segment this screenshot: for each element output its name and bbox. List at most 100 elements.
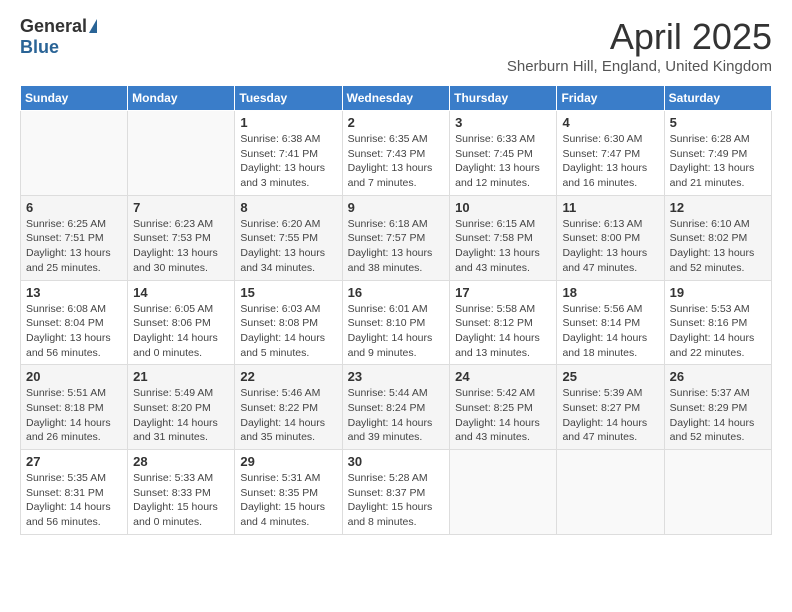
calendar-cell: 2 Sunrise: 6:35 AM Sunset: 7:43 PM Daylig… [342,111,450,196]
calendar-cell: 18 Sunrise: 5:56 AM Sunset: 8:14 PM Dayli… [557,280,664,365]
day-info: Sunrise: 5:42 AM Sunset: 8:25 PM Dayligh… [455,386,551,445]
day-number: 19 [670,285,766,300]
day-info: Sunrise: 5:28 AM Sunset: 8:37 PM Dayligh… [348,471,445,530]
day-number: 15 [240,285,336,300]
day-info: Sunrise: 5:51 AM Sunset: 8:18 PM Dayligh… [26,386,122,445]
day-number: 8 [240,200,336,215]
day-number: 23 [348,369,445,384]
day-number: 10 [455,200,551,215]
day-number: 5 [670,115,766,130]
calendar-week-row: 1 Sunrise: 6:38 AM Sunset: 7:41 PM Daylig… [21,111,772,196]
calendar-cell [450,450,557,535]
day-info: Sunrise: 6:15 AM Sunset: 7:58 PM Dayligh… [455,217,551,276]
header-sunday: Sunday [21,86,128,111]
day-info: Sunrise: 6:05 AM Sunset: 8:06 PM Dayligh… [133,302,229,361]
day-info: Sunrise: 5:56 AM Sunset: 8:14 PM Dayligh… [562,302,658,361]
day-number: 16 [348,285,445,300]
day-number: 2 [348,115,445,130]
calendar-cell: 4Sunrise: 6:30 AM Sunset: 7:47 PM Daylig… [557,111,664,196]
day-info: Sunrise: 6:01 AM Sunset: 8:10 PM Dayligh… [348,302,445,361]
calendar-cell: 27 Sunrise: 5:35 AM Sunset: 8:31 PM Dayli… [21,450,128,535]
calendar-cell: 21 Sunrise: 5:49 AM Sunset: 8:20 PM Dayli… [128,365,235,450]
logo-triangle-icon [89,19,97,33]
day-number: 22 [240,369,336,384]
calendar-table: Sunday Monday Tuesday Wednesday Thursday… [20,85,772,535]
header-right: April 2025 Sherburn Hill, England, Unite… [507,16,772,75]
day-info: Sunrise: 5:53 AM Sunset: 8:16 PM Dayligh… [670,302,766,361]
day-info: Sunrise: 5:46 AM Sunset: 8:22 PM Dayligh… [240,386,336,445]
day-number: 7 [133,200,229,215]
day-number: 20 [26,369,122,384]
calendar-cell: 30 Sunrise: 5:28 AM Sunset: 8:37 PM Dayli… [342,450,450,535]
logo-blue-text: Blue [20,37,59,58]
day-info: Sunrise: 6:28 AM Sunset: 7:49 PM Dayligh… [670,132,766,191]
day-number: 21 [133,369,229,384]
calendar-cell: 7 Sunrise: 6:23 AM Sunset: 7:53 PM Daylig… [128,195,235,280]
day-number: 14 [133,285,229,300]
page: General Blue April 2025 Sherburn Hill, E… [0,0,792,612]
day-info: Sunrise: 5:33 AM Sunset: 8:33 PM Dayligh… [133,471,229,530]
day-number: 27 [26,454,122,469]
header: General Blue April 2025 Sherburn Hill, E… [20,16,772,75]
day-number: 12 [670,200,766,215]
day-info: Sunrise: 5:39 AM Sunset: 8:27 PM Dayligh… [562,386,658,445]
day-number: 9 [348,200,445,215]
header-thursday: Thursday [450,86,557,111]
logo: General Blue [20,16,97,58]
calendar-week-row: 6Sunrise: 6:25 AM Sunset: 7:51 PM Daylig… [21,195,772,280]
day-number: 11 [562,200,658,215]
day-info: Sunrise: 6:23 AM Sunset: 7:53 PM Dayligh… [133,217,229,276]
day-number: 24 [455,369,551,384]
day-info: Sunrise: 6:20 AM Sunset: 7:55 PM Dayligh… [240,217,336,276]
header-tuesday: Tuesday [235,86,342,111]
day-number: 30 [348,454,445,469]
day-info: Sunrise: 5:44 AM Sunset: 8:24 PM Dayligh… [348,386,445,445]
day-info: Sunrise: 6:38 AM Sunset: 7:41 PM Dayligh… [240,132,336,191]
calendar-cell: 15Sunrise: 6:03 AM Sunset: 8:08 PM Dayli… [235,280,342,365]
calendar-week-row: 13 Sunrise: 6:08 AM Sunset: 8:04 PM Dayli… [21,280,772,365]
day-number: 13 [26,285,122,300]
calendar-cell: 29Sunrise: 5:31 AM Sunset: 8:35 PM Dayli… [235,450,342,535]
calendar-cell: 23 Sunrise: 5:44 AM Sunset: 8:24 PM Dayli… [342,365,450,450]
day-info: Sunrise: 5:37 AM Sunset: 8:29 PM Dayligh… [670,386,766,445]
day-info: Sunrise: 5:58 AM Sunset: 8:12 PM Dayligh… [455,302,551,361]
day-number: 17 [455,285,551,300]
header-monday: Monday [128,86,235,111]
day-info: Sunrise: 5:35 AM Sunset: 8:31 PM Dayligh… [26,471,122,530]
calendar-cell: 20 Sunrise: 5:51 AM Sunset: 8:18 PM Dayli… [21,365,128,450]
calendar-cell: 26 Sunrise: 5:37 AM Sunset: 8:29 PM Dayli… [664,365,771,450]
day-info: Sunrise: 6:10 AM Sunset: 8:02 PM Dayligh… [670,217,766,276]
day-info: Sunrise: 6:08 AM Sunset: 8:04 PM Dayligh… [26,302,122,361]
calendar-cell: 5 Sunrise: 6:28 AM Sunset: 7:49 PM Daylig… [664,111,771,196]
day-number: 4 [562,115,658,130]
day-number: 1 [240,115,336,130]
day-info: Sunrise: 5:31 AM Sunset: 8:35 PM Dayligh… [240,471,336,530]
day-info: Sunrise: 6:35 AM Sunset: 7:43 PM Dayligh… [348,132,445,191]
calendar-cell: 10 Sunrise: 6:15 AM Sunset: 7:58 PM Dayli… [450,195,557,280]
calendar-cell: 3Sunrise: 6:33 AM Sunset: 7:45 PM Daylig… [450,111,557,196]
calendar-cell: 28 Sunrise: 5:33 AM Sunset: 8:33 PM Dayli… [128,450,235,535]
location: Sherburn Hill, England, United Kingdom [507,58,772,75]
weekday-header-row: Sunday Monday Tuesday Wednesday Thursday… [21,86,772,111]
calendar-cell: 8 Sunrise: 6:20 AM Sunset: 7:55 PM Daylig… [235,195,342,280]
day-number: 28 [133,454,229,469]
calendar-cell: 17 Sunrise: 5:58 AM Sunset: 8:12 PM Dayli… [450,280,557,365]
logo-general-text: General [20,16,87,37]
day-info: Sunrise: 6:33 AM Sunset: 7:45 PM Dayligh… [455,132,551,191]
calendar-cell: 12 Sunrise: 6:10 AM Sunset: 8:02 PM Dayli… [664,195,771,280]
day-number: 18 [562,285,658,300]
calendar-cell: 11Sunrise: 6:13 AM Sunset: 8:00 PM Dayli… [557,195,664,280]
day-number: 25 [562,369,658,384]
calendar-cell [557,450,664,535]
calendar-cell: 6Sunrise: 6:25 AM Sunset: 7:51 PM Daylig… [21,195,128,280]
month-title: April 2025 [507,16,772,58]
calendar-cell: 22 Sunrise: 5:46 AM Sunset: 8:22 PM Dayli… [235,365,342,450]
day-info: Sunrise: 5:49 AM Sunset: 8:20 PM Dayligh… [133,386,229,445]
header-wednesday: Wednesday [342,86,450,111]
calendar-cell: 16 Sunrise: 6:01 AM Sunset: 8:10 PM Dayli… [342,280,450,365]
calendar-cell: 19 Sunrise: 5:53 AM Sunset: 8:16 PM Dayli… [664,280,771,365]
day-number: 26 [670,369,766,384]
calendar-week-row: 27 Sunrise: 5:35 AM Sunset: 8:31 PM Dayli… [21,450,772,535]
calendar-cell: 24 Sunrise: 5:42 AM Sunset: 8:25 PM Dayli… [450,365,557,450]
calendar-cell: 25 Sunrise: 5:39 AM Sunset: 8:27 PM Dayli… [557,365,664,450]
